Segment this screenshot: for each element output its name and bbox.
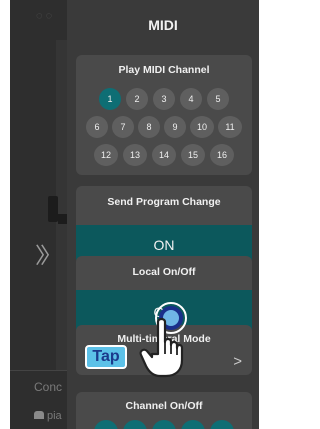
send-program-change-card: Send Program Change ON (76, 186, 252, 264)
channel-button-2[interactable]: 2 (126, 88, 148, 110)
channel-button-9[interactable]: 9 (164, 116, 186, 138)
channel-button-7[interactable]: 7 (112, 116, 134, 138)
channel-onoff-button[interactable] (210, 420, 234, 429)
channel-button-1[interactable]: 1 (99, 88, 121, 110)
channel-button-16[interactable]: 16 (210, 144, 234, 166)
channel-button-12[interactable]: 12 (94, 144, 118, 166)
play-midi-channel-card: Play MIDI Channel 1 2 3 4 5 6 7 8 9 10 1… (76, 55, 252, 175)
piano-icon (34, 411, 44, 419)
channel-onoff-button[interactable] (94, 420, 118, 429)
channel-button-13[interactable]: 13 (123, 144, 147, 166)
send-program-change-title: Send Program Change (107, 196, 221, 208)
channel-button-5[interactable]: 5 (207, 88, 229, 110)
channel-onoff-title: Channel On/Off (125, 400, 203, 412)
channel-onoff-button[interactable] (152, 420, 176, 429)
background-label-conc: Conc (34, 380, 63, 394)
channel-button-3[interactable]: 3 (153, 88, 175, 110)
panel-title: MIDI (148, 17, 178, 33)
channel-onoff-buttons (94, 420, 234, 429)
channel-onoff-card: Channel On/Off (76, 392, 252, 429)
play-midi-channel-title: Play MIDI Channel (118, 64, 210, 76)
pointing-hand-icon (138, 316, 184, 383)
channel-button-14[interactable]: 14 (152, 144, 176, 166)
channel-button-8[interactable]: 8 (138, 116, 160, 138)
double-chevron-right-icon[interactable]: 〉〉 (35, 238, 62, 270)
channel-onoff-button[interactable] (181, 420, 205, 429)
chevron-right-icon[interactable]: > (233, 353, 242, 370)
top-icons: ◌ ◌ (36, 10, 53, 22)
channel-button-10[interactable]: 10 (190, 116, 214, 138)
local-onoff-title: Local On/Off (132, 266, 196, 278)
channel-row-2: 6 7 8 9 10 11 (76, 116, 252, 138)
channel-button-11[interactable]: 11 (218, 116, 242, 138)
side-knob (48, 196, 58, 222)
channel-row-3: 12 13 14 15 16 (76, 144, 252, 166)
divider (10, 370, 70, 371)
pia-text: pia (47, 410, 62, 422)
channel-onoff-button[interactable] (123, 420, 147, 429)
channel-row-1: 1 2 3 4 5 (76, 88, 252, 110)
background-app: ◌ ◌ 〉〉 Conc pia (10, 0, 70, 429)
channel-button-6[interactable]: 6 (86, 116, 108, 138)
channel-button-4[interactable]: 4 (180, 88, 202, 110)
channel-button-15[interactable]: 15 (181, 144, 205, 166)
background-label-pia: pia (34, 410, 62, 422)
tap-badge: Tap (85, 345, 127, 369)
